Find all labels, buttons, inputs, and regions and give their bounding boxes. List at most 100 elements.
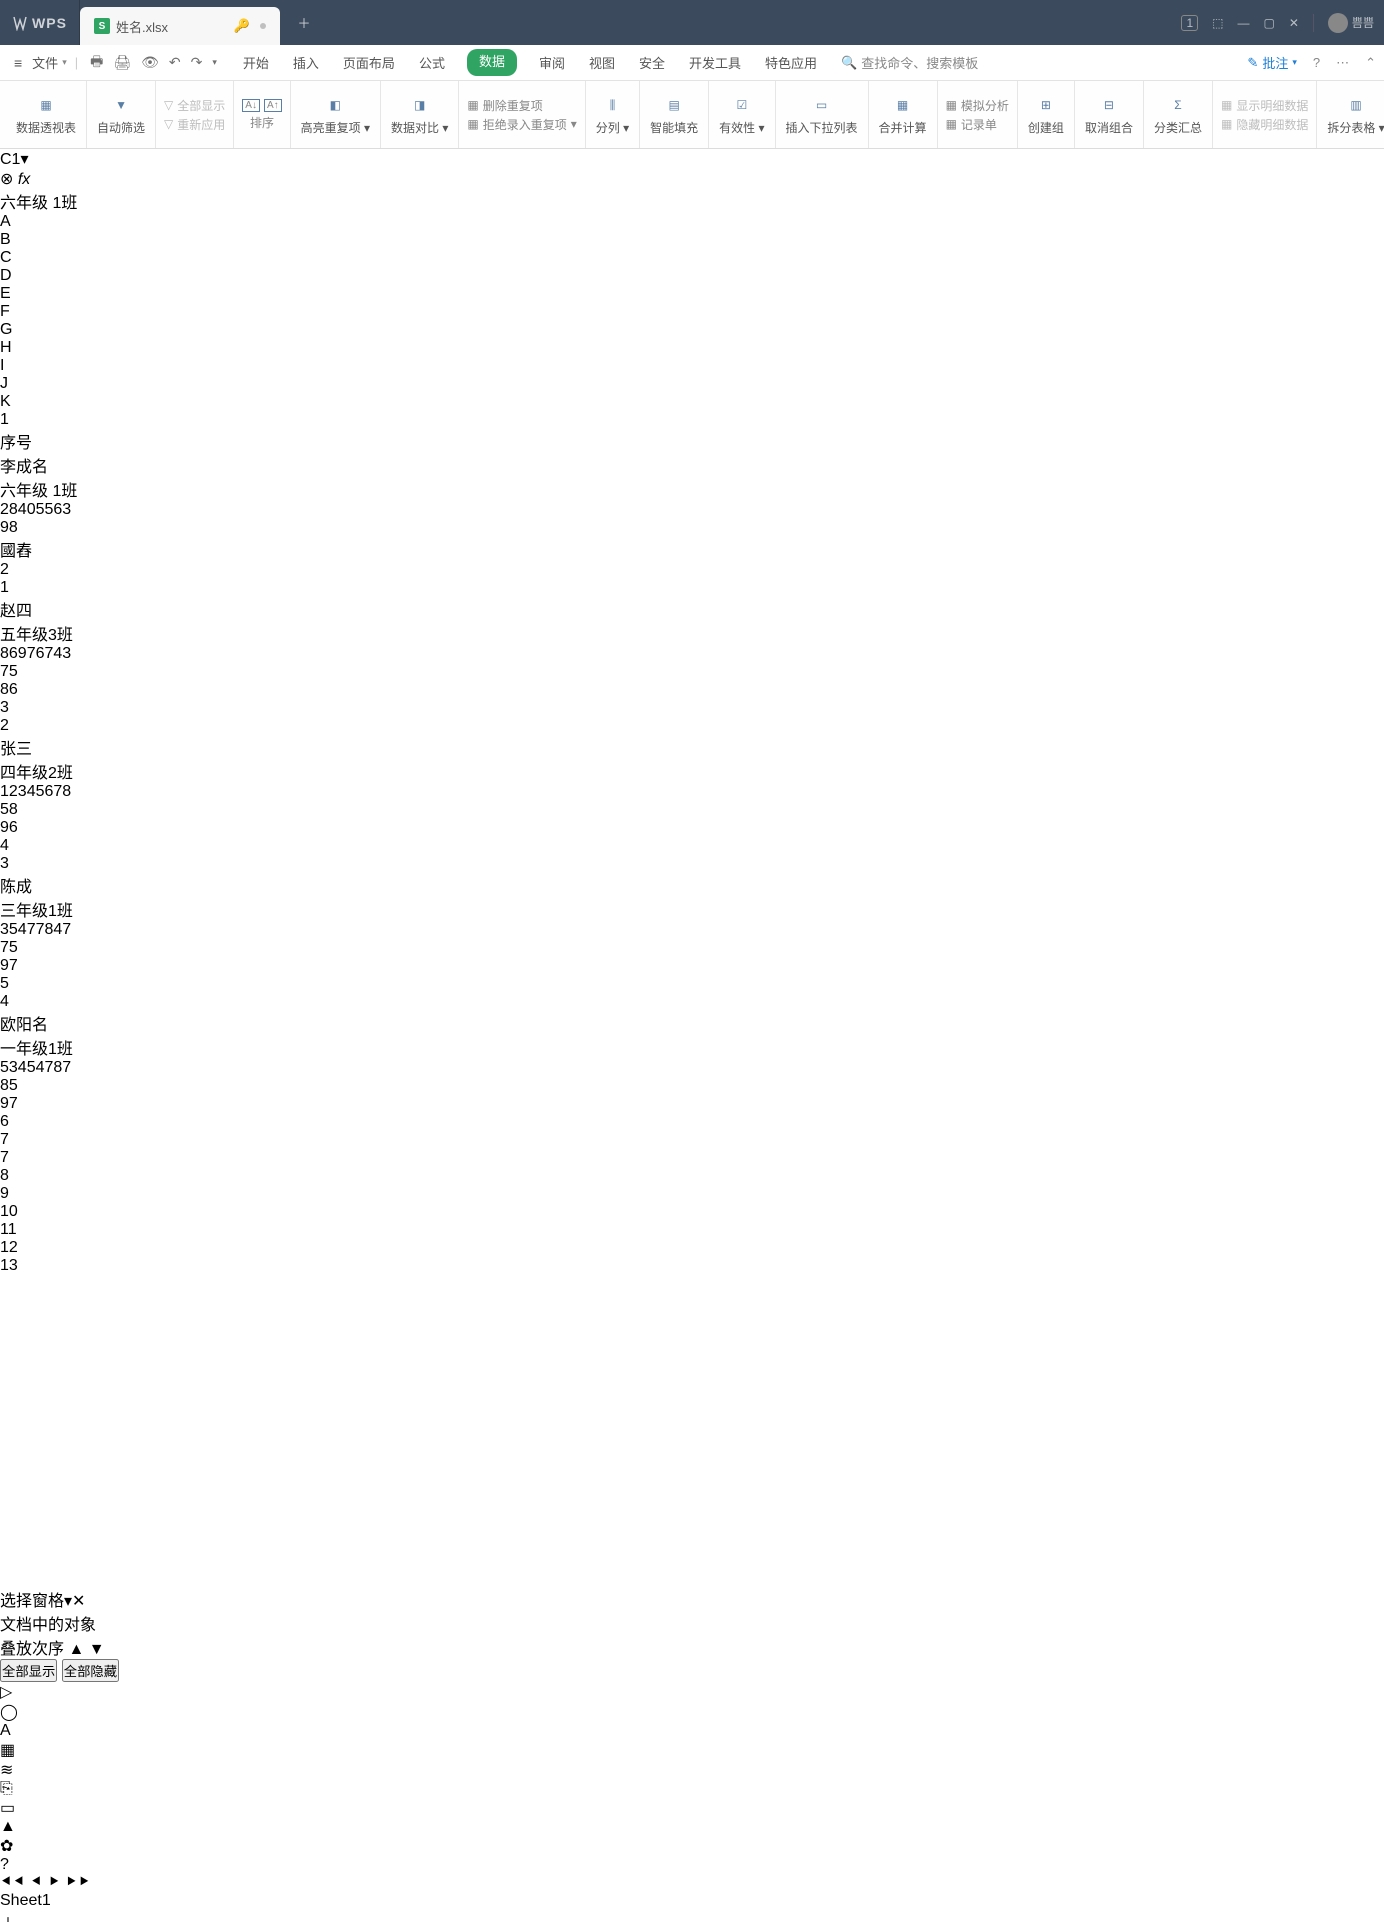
cell-B4[interactable]: 陈成	[0, 873, 1384, 897]
ribbon-insert-dropdown[interactable]: ▭插入下拉列表	[776, 81, 869, 148]
cell-A1[interactable]: 序号	[0, 429, 1384, 453]
col-header-E[interactable]: E	[0, 285, 1384, 303]
row-header-2[interactable]: 2	[0, 561, 1384, 579]
fx-cancel-icon[interactable]: ⊗	[0, 171, 13, 188]
row-header-1[interactable]: 1	[0, 411, 1384, 429]
cell-D2[interactable]: 86976743	[0, 645, 1384, 663]
cell-F1[interactable]: 國舂	[0, 537, 1384, 561]
cell-A4[interactable]: 3	[0, 855, 1384, 873]
tab-formulas[interactable]: 公式	[417, 49, 447, 76]
name-box[interactable]: C1▾	[0, 149, 1384, 169]
col-header-I[interactable]: I	[0, 357, 1384, 375]
ribbon-highlight-dup[interactable]: ◧高亮重复项 ▾	[291, 81, 381, 148]
collapse-ribbon-icon[interactable]: ⌃	[1365, 55, 1376, 71]
sheet-nav-last-icon[interactable]: ⯈⯈	[65, 1874, 91, 1891]
ribbon-consolidate[interactable]: ▦合并计算	[869, 81, 938, 148]
cell-B2[interactable]: 赵四	[0, 597, 1384, 621]
help-icon[interactable]: ?	[1313, 55, 1320, 70]
tab-security[interactable]: 安全	[637, 49, 667, 76]
cell-E2[interactable]: 75	[0, 663, 1384, 681]
col-header-K[interactable]: K	[0, 393, 1384, 411]
window-minimize-button[interactable]: —	[1238, 16, 1250, 30]
cell-C1[interactable]: 六年级 1班	[0, 477, 1384, 501]
qat-undo-icon[interactable]: ↶	[169, 54, 181, 71]
strip-image-icon[interactable]: ▲	[0, 1818, 1384, 1836]
qat-redo-icon[interactable]: ↷	[191, 54, 203, 71]
tab-view[interactable]: 视图	[587, 49, 617, 76]
sheet-tab-sheet1[interactable]: Sheet1	[0, 1892, 1384, 1910]
ribbon-record[interactable]: ▦ 记录单	[946, 116, 997, 133]
strip-history-icon[interactable]: ▭	[0, 1798, 1384, 1818]
ribbon-pivot[interactable]: ▦数据透视表	[6, 81, 87, 148]
row-header-8[interactable]: 8	[0, 1167, 1384, 1185]
row-header-12[interactable]: 12	[0, 1239, 1384, 1257]
notification-badge[interactable]: 1	[1181, 15, 1198, 31]
cell-D3[interactable]: 12345678	[0, 783, 1384, 801]
strip-backup-icon[interactable]: ⎘	[0, 1780, 1384, 1798]
pane-close-icon[interactable]: ✕	[72, 1593, 85, 1610]
hide-all-button[interactable]: 全部隐藏	[62, 1659, 119, 1682]
user-avatar[interactable]: 쁨쁨	[1328, 13, 1374, 33]
cell-F4[interactable]: 97	[0, 957, 1384, 975]
tab-insert[interactable]: 插入	[291, 49, 321, 76]
col-header-D[interactable]: D	[0, 267, 1384, 285]
cell-A2[interactable]: 1	[0, 579, 1384, 597]
file-menu[interactable]: 文件▾	[32, 53, 67, 72]
ribbon-subtotal[interactable]: Σ分类汇总	[1144, 81, 1213, 148]
annotate-button[interactable]: ✎批注▾	[1247, 53, 1296, 72]
row-header-7[interactable]: 7	[0, 1131, 1384, 1149]
ribbon-ungroup[interactable]: ⊟取消组合	[1075, 81, 1144, 148]
ribbon-reject-dup[interactable]: ▦ 拒绝录入重复项 ▾	[467, 116, 576, 133]
row-header-11[interactable]: 11	[0, 1221, 1384, 1239]
cell-D5[interactable]: 53454787	[0, 1059, 1384, 1077]
cell-F7[interactable]: 7	[0, 1149, 1384, 1167]
row-header-6[interactable]: 6	[0, 1113, 1384, 1131]
col-header-H[interactable]: H	[0, 339, 1384, 357]
cell-C4[interactable]: 三年级1班	[0, 897, 1384, 921]
cell-C2[interactable]: 五年级3班	[0, 621, 1384, 645]
tab-data[interactable]: 数据	[467, 49, 517, 76]
strip-shape-icon[interactable]: ◯	[0, 1702, 1384, 1722]
col-header-F[interactable]: F	[0, 303, 1384, 321]
ribbon-autofilter[interactable]: ▼自动筛选	[87, 81, 156, 148]
qat-preview-icon[interactable]: 👁	[141, 54, 159, 71]
col-header-J[interactable]: J	[0, 375, 1384, 393]
cell-C5[interactable]: 一年级1班	[0, 1035, 1384, 1059]
cell-B5[interactable]: 欧阳名	[0, 1011, 1384, 1035]
formula-input[interactable]: 六年级 1班	[0, 189, 1384, 213]
sheet-nav-first-icon[interactable]: ⯇⯇	[0, 1874, 26, 1891]
ribbon-split-table[interactable]: ▥拆分表格 ▾	[1317, 81, 1384, 148]
strip-style-icon[interactable]: A	[0, 1722, 1384, 1740]
bring-forward-button[interactable]: ▲	[68, 1641, 84, 1658]
ribbon-data-compare[interactable]: ◨数据对比 ▾	[381, 81, 459, 148]
cell-F5[interactable]: 97	[0, 1095, 1384, 1113]
window-maximize-button[interactable]: ▢	[1264, 16, 1275, 30]
cell-F3[interactable]: 96	[0, 819, 1384, 837]
ribbon-validation[interactable]: ☑有效性 ▾	[709, 81, 775, 148]
cell-E4[interactable]: 75	[0, 939, 1384, 957]
ribbon-delete-dup[interactable]: ▦ 删除重复项	[467, 97, 542, 114]
strip-settings-icon[interactable]: ✿	[0, 1836, 1384, 1856]
send-backward-button[interactable]: ▼	[89, 1641, 105, 1658]
ribbon-smart-fill[interactable]: ▤智能填充	[640, 81, 709, 148]
row-header-13[interactable]: 13	[0, 1257, 1384, 1275]
row-header-9[interactable]: 9	[0, 1185, 1384, 1203]
strip-select-icon[interactable]: ▷	[0, 1682, 1384, 1702]
cell-A5[interactable]: 4	[0, 993, 1384, 1011]
col-header-G[interactable]: G	[0, 321, 1384, 339]
document-tab[interactable]: S 姓名.xlsx 🔑	[80, 7, 280, 45]
sheet-nav-prev-icon[interactable]: ⯇	[30, 1874, 43, 1891]
cell-D1[interactable]: 28405563	[0, 501, 1384, 519]
strip-help-icon[interactable]: ?	[0, 1856, 1384, 1874]
cell-F2[interactable]: 86	[0, 681, 1384, 699]
row-header-4[interactable]: 4	[0, 837, 1384, 855]
ribbon-text-to-columns[interactable]: ⫼分列 ▾	[586, 81, 640, 148]
cell-E1[interactable]: 98	[0, 519, 1384, 537]
hamburger-icon[interactable]: ≡	[14, 55, 22, 71]
cell-D4[interactable]: 35477847	[0, 921, 1384, 939]
ribbon-whatif[interactable]: ▦ 模拟分析	[946, 97, 1009, 114]
col-header-A[interactable]: A	[0, 213, 1384, 231]
spreadsheet[interactable]: A B C D E F G H I J K 1序号李成名六年级 1班284055…	[0, 213, 1384, 1587]
row-header-3[interactable]: 3	[0, 699, 1384, 717]
add-sheet-button[interactable]: ＋	[0, 1910, 1384, 1922]
